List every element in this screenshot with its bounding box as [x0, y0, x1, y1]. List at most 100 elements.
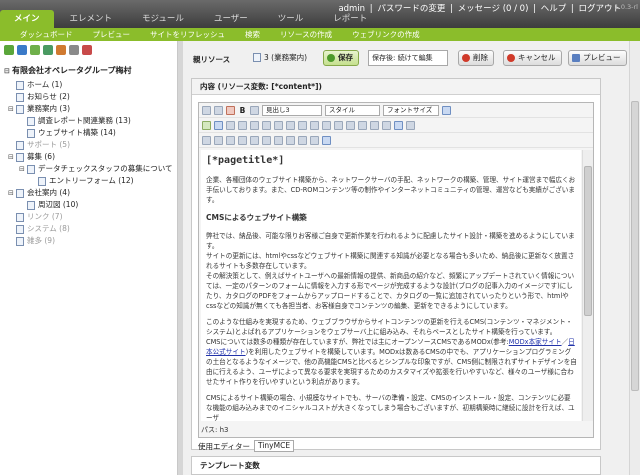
align-right-icon[interactable]	[346, 120, 355, 130]
blockquote-icon[interactable]	[310, 120, 319, 130]
search-icon[interactable]	[262, 135, 271, 145]
align-left-icon[interactable]	[322, 120, 331, 130]
messages-link[interactable]: メッセージ (0 / 0)	[458, 4, 529, 14]
align-center-icon[interactable]	[334, 120, 343, 130]
paste-word-icon[interactable]	[250, 135, 259, 145]
editor-select[interactable]: TinyMCE	[253, 440, 295, 452]
delete-button[interactable]: 削除	[458, 50, 494, 66]
tree-node[interactable]: ⊟ データチェックスタッフの募集について	[4, 163, 177, 175]
subnav-refresh-site[interactable]: サイトをリフレッシュ	[150, 29, 225, 40]
collapse-icon[interactable]	[17, 45, 27, 55]
collapse-icon[interactable]: ⊟	[8, 151, 16, 163]
parent-resource-field[interactable]: 3 (業務案内)	[253, 52, 307, 63]
tree-node[interactable]: お知らせ (2)	[4, 91, 177, 103]
main-scroll-thumb[interactable]	[631, 101, 639, 391]
cancel-button[interactable]: キャンセル	[503, 50, 562, 66]
help-link[interactable]: ヘルプ	[541, 4, 567, 14]
superscript-icon[interactable]	[382, 120, 391, 130]
document-icon	[38, 176, 46, 186]
editor-scroll-thumb[interactable]	[584, 166, 592, 316]
tree-node-label: 周辺図 (10)	[38, 200, 79, 209]
anchor-icon[interactable]	[250, 120, 259, 130]
tab-tools[interactable]: ツール	[264, 10, 318, 28]
collapse-icon[interactable]: ⊟	[8, 103, 16, 115]
help-icon[interactable]	[322, 135, 331, 145]
tree-node[interactable]: 周辺図 (10)	[4, 199, 177, 211]
template-variables-panel[interactable]: テンプレート変数	[191, 456, 601, 475]
expand-icon[interactable]	[4, 45, 14, 55]
code-icon[interactable]	[310, 135, 319, 145]
align-justify-icon[interactable]	[358, 120, 367, 130]
outdent-icon[interactable]	[286, 120, 295, 130]
numbered-list-icon[interactable]	[274, 120, 283, 130]
unlink-icon[interactable]	[238, 120, 247, 130]
format-select[interactable]: 見出し3	[262, 104, 322, 116]
special-char-icon[interactable]	[406, 120, 415, 130]
trash-icon[interactable]	[82, 45, 92, 55]
redo-icon[interactable]	[214, 105, 223, 115]
tree-root[interactable]: ⊟ 有限会社オペレータグループ梅村	[4, 65, 177, 77]
replace-icon[interactable]	[274, 135, 283, 145]
image-icon[interactable]	[202, 120, 211, 130]
change-password-link[interactable]: パスワードの変更	[377, 4, 445, 14]
sub-navigation-bar: ダッシュボード プレビュー サイトをリフレッシュ 検索 リソースの作成 ウェブリ…	[0, 28, 640, 41]
new-resource-icon[interactable]	[30, 45, 40, 55]
save-icon	[327, 54, 335, 62]
indent-icon[interactable]	[298, 120, 307, 130]
refresh-icon[interactable]	[56, 45, 66, 55]
tree-node[interactable]: ⊟ 募集 (6)	[4, 151, 177, 163]
tree-node[interactable]: システム (8)	[4, 223, 177, 235]
subnav-dashboard[interactable]: ダッシュボード	[20, 29, 73, 40]
highlight-icon[interactable]	[250, 105, 259, 115]
tree-node[interactable]: エントリーフォーム (12)	[4, 175, 177, 187]
tab-modules[interactable]: モジュール	[128, 10, 198, 28]
table-col-icon[interactable]	[214, 135, 223, 145]
tree-node-label: 募集 (6)	[27, 152, 56, 161]
content-paragraph: CMSについては数多の種類が存在していますが、弊社では主にオープンソースCMSで…	[206, 338, 577, 386]
save-button[interactable]: 保存	[323, 50, 359, 66]
table-row-icon[interactable]	[202, 135, 211, 145]
modx-site-link[interactable]: MODx本家サイト	[509, 338, 562, 346]
tree-node[interactable]: リンク (7)	[4, 211, 177, 223]
editor-scrollbar[interactable]	[582, 150, 593, 421]
paste-text-icon[interactable]	[238, 135, 247, 145]
link-icon[interactable]	[226, 120, 235, 130]
media-icon[interactable]	[214, 120, 223, 130]
collapse-icon[interactable]: ⊟	[8, 187, 16, 199]
tab-users[interactable]: ユーザー	[200, 10, 262, 28]
tab-elements[interactable]: エレメント	[56, 10, 127, 28]
new-weblink-icon[interactable]	[43, 45, 53, 55]
subnav-preview[interactable]: プレビュー	[93, 29, 131, 40]
sort-icon[interactable]	[69, 45, 79, 55]
after-save-select[interactable]: 保存後: 続けて編集	[368, 50, 448, 66]
undo-icon[interactable]	[202, 105, 211, 115]
tree-node[interactable]: ⊟ 業務案内 (3)	[4, 103, 177, 115]
tree-node[interactable]: ウェブサイト構築 (14)	[4, 127, 177, 139]
tree-node[interactable]: 雑多 (9)	[4, 235, 177, 247]
html-icon[interactable]	[442, 105, 451, 115]
table-icon[interactable]	[394, 120, 403, 130]
tree-node[interactable]: ホーム (1)	[4, 79, 177, 91]
fullscreen-icon[interactable]	[286, 135, 295, 145]
subnav-create-resource[interactable]: リソースの作成	[280, 29, 332, 40]
hr-icon[interactable]	[226, 135, 235, 145]
editor-content-area[interactable]: [*pagetitle*] 企業、各種団体のウェブサイト構築から、ネットワークサ…	[201, 150, 581, 421]
bullet-list-icon[interactable]	[262, 120, 271, 130]
preview-button[interactable]: プレビュー	[568, 50, 627, 66]
style-select[interactable]: スタイル	[325, 104, 380, 116]
subnav-search[interactable]: 検索	[245, 29, 260, 40]
subnav-create-weblink[interactable]: ウェブリンクの作成	[352, 29, 420, 40]
tree-node[interactable]: ⊟ 会社案内 (4)	[4, 187, 177, 199]
tree-node[interactable]: サポート (5)	[4, 139, 177, 151]
tab-main[interactable]: メイン	[0, 10, 54, 28]
collapse-icon[interactable]: ⊟	[19, 163, 27, 175]
bold-icon[interactable]: B	[238, 106, 247, 115]
font-size-select[interactable]: フォントサイズ	[383, 104, 439, 116]
tree-node[interactable]: 調査レポート関連業務 (13)	[4, 115, 177, 127]
collapse-icon[interactable]: ⊟	[4, 65, 12, 77]
main-scrollbar[interactable]	[629, 41, 640, 475]
clear-format-icon[interactable]	[226, 105, 235, 115]
visual-aid-icon[interactable]	[298, 135, 307, 145]
content-heading: CMSによるウェブサイト構築	[206, 213, 307, 222]
subscript-icon[interactable]	[370, 120, 379, 130]
